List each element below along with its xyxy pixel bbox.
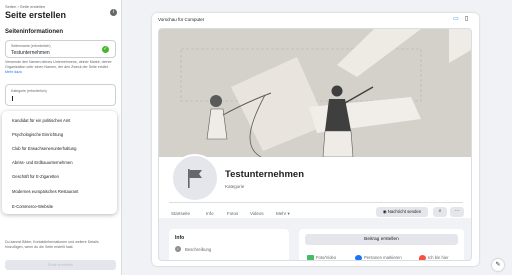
preview-page-name: Testunternehmen	[225, 169, 305, 180]
check-in-label: Ich bin hier	[428, 255, 449, 261]
dropdown-item[interactable]: Geschäft für E-Zigaretten	[12, 174, 59, 179]
location-pin-icon	[419, 255, 426, 260]
dropdown-item[interactable]: E-Commerce-Website	[12, 204, 53, 209]
dropdown-item[interactable]: Abriss- und Erdbauunternehmen	[12, 160, 73, 165]
cover-illustration	[159, 29, 471, 158]
tab-photos[interactable]: Fotos	[227, 211, 238, 216]
info-icon: i	[175, 246, 181, 252]
category-dropdown: Kandidat für ein politisches Amt Psychol…	[2, 111, 117, 214]
send-message-label: Nachricht senden	[387, 209, 422, 214]
photo-icon	[307, 255, 314, 260]
divider	[169, 202, 463, 203]
create-page-panel: Seiten › Seite erstellen Seite erstellen…	[0, 0, 122, 275]
tab-videos[interactable]: Videos	[250, 211, 264, 216]
dropdown-item[interactable]: Kandidat für ein politisches Amt	[12, 118, 70, 123]
text-cursor	[12, 96, 13, 101]
tab-more[interactable]: Mehr ▾	[276, 211, 290, 217]
create-page-button[interactable]: Seite erstellen	[5, 260, 116, 270]
tag-people-label: Personen markieren	[364, 255, 402, 261]
tab-info[interactable]: Info	[206, 211, 214, 216]
preview-category: Kategorie	[225, 184, 245, 189]
desktop-icon[interactable]: ▭	[453, 15, 459, 22]
check-icon: ✓	[102, 46, 109, 53]
info-icon[interactable]: i	[110, 9, 117, 16]
tab-home[interactable]: Startseite	[171, 211, 190, 216]
create-post-card: Beitrag erstellen Foto/Video Personen ma…	[299, 229, 464, 261]
breadcrumb[interactable]: Seiten › Seite erstellen	[5, 4, 45, 9]
more-icon: ⋯	[454, 208, 460, 214]
info-title: Info	[175, 235, 185, 241]
dropdown-item[interactable]: Psychologische Einrichtung	[12, 132, 63, 137]
preview-label: Vorschau für Computer	[158, 17, 205, 22]
flag-icon	[188, 169, 202, 188]
profile-picture[interactable]	[171, 154, 219, 202]
help-text-body: Verwende den Namen deines Unternehmens, …	[5, 60, 112, 69]
search-icon: ⌕	[438, 208, 442, 214]
tag-people-action[interactable]: Personen markieren	[355, 255, 402, 261]
info-card: Info i Beschreibung	[169, 229, 289, 260]
desktop-preview: Vorschau für Computer ▭ ▯ Testunternehme…	[152, 13, 479, 266]
photo-video-action[interactable]: Foto/Video	[307, 255, 337, 261]
section-title: Seiteninformationen	[5, 29, 64, 35]
page-preview: Testunternehmen Kategorie Startseite Inf…	[158, 28, 472, 261]
photo-video-label: Foto/Video	[316, 255, 337, 261]
help-text: Verwende den Namen deines Unternehmens, …	[5, 60, 117, 75]
category-field[interactable]: Kategorie (erforderlich)	[5, 84, 116, 106]
mobile-icon[interactable]: ▯	[465, 15, 468, 22]
description-label: Beschreibung	[185, 247, 212, 252]
page-name-label: Seitenname (erforderlich)	[11, 44, 51, 48]
dropdown-item[interactable]: Club für Erwachsenenunterhaltung	[12, 146, 76, 151]
page-title: Seite erstellen	[5, 10, 67, 20]
page-name-field[interactable]: Seitenname (erforderlich) Testunternehme…	[5, 40, 116, 58]
page-name-value[interactable]: Testunternehmen	[11, 50, 50, 56]
more-button[interactable]: ⋯	[450, 207, 464, 217]
edit-icon[interactable]: ✎	[492, 259, 504, 271]
search-button[interactable]: ⌕	[433, 207, 447, 217]
check-in-action[interactable]: Ich bin hier	[419, 255, 449, 261]
learn-more-link[interactable]: Mehr dazu	[5, 70, 22, 74]
dropdown-item[interactable]: Modernes europäisches Restaurant	[12, 189, 78, 194]
bottom-note: Du kannst Bilder, Kontaktinformationen u…	[5, 240, 99, 249]
create-post-button[interactable]: Beitrag erstellen	[305, 234, 458, 245]
tag-people-icon	[355, 255, 362, 260]
category-label: Kategorie (erforderlich)	[11, 89, 47, 93]
send-message-button[interactable]: ◉ Nachricht senden	[376, 207, 428, 217]
